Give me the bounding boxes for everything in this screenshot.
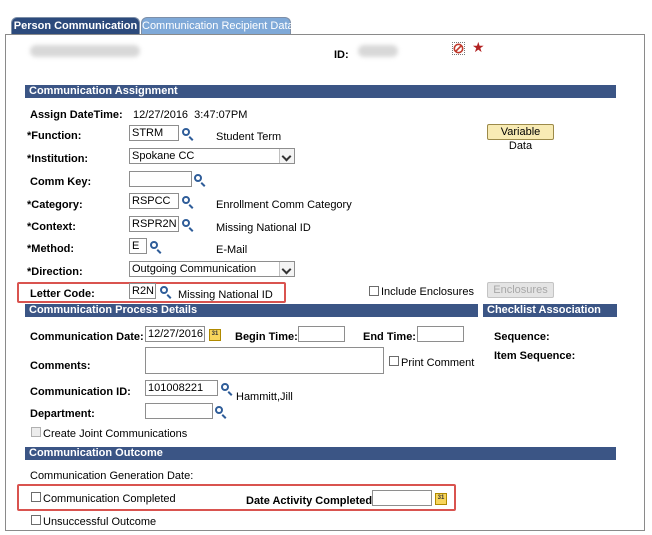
function-description: Student Term	[216, 131, 282, 143]
assign-datetime-label: Assign DateTime:	[30, 109, 123, 121]
section-communication-outcome: Communication Outcome	[25, 447, 616, 460]
function-lookup-icon[interactable]	[182, 128, 190, 136]
letter-code-description: Missing National ID	[178, 289, 273, 301]
calendar-icon[interactable]: 31	[435, 493, 447, 505]
begin-time-input[interactable]	[298, 326, 345, 342]
print-comment-checkbox[interactable]	[389, 356, 399, 366]
required-star-icon: ★	[472, 39, 485, 55]
generation-date-label: Communication Generation Date:	[30, 470, 194, 482]
item-sequence-label: Item Sequence:	[494, 350, 576, 362]
create-joint-communications-checkbox[interactable]	[31, 427, 41, 437]
redacted-name	[30, 45, 140, 57]
no-entry-icon[interactable]	[452, 42, 465, 55]
end-time-label: End Time:	[363, 331, 416, 343]
context-lookup-icon[interactable]	[182, 219, 190, 227]
context-label: *Context:	[27, 221, 76, 233]
enclosures-button[interactable]: Enclosures	[487, 282, 554, 298]
tab-communication-recipient-data[interactable]: Communication Recipient Data	[141, 17, 294, 35]
create-joint-communications-label: Create Joint Communications	[43, 428, 188, 440]
unsuccessful-outcome-label: Unsuccessful Outcome	[43, 516, 157, 528]
chevron-down-icon	[279, 149, 294, 163]
redacted-id	[358, 45, 398, 57]
department-label: Department:	[30, 408, 95, 420]
section-checklist-association: Checklist Association	[483, 304, 617, 317]
function-input[interactable]: STRM	[129, 125, 179, 141]
department-lookup-icon[interactable]	[215, 406, 223, 414]
method-label: *Method:	[27, 243, 75, 255]
category-lookup-icon[interactable]	[182, 196, 190, 204]
calendar-icon[interactable]: 31	[209, 329, 221, 341]
communication-completed-label: Communication Completed	[43, 493, 176, 505]
chevron-down-icon	[279, 262, 294, 276]
communication-completed-checkbox[interactable]	[31, 492, 41, 502]
method-lookup-icon[interactable]	[150, 241, 158, 249]
tab-person-communication[interactable]: Person Communication	[11, 17, 140, 35]
letter-code-input[interactable]: R2N	[129, 283, 156, 299]
comm-key-input[interactable]	[129, 171, 192, 187]
communication-id-lookup-icon[interactable]	[221, 383, 229, 391]
comm-key-label: Comm Key:	[30, 176, 92, 188]
section-communication-assignment: Communication Assignment	[25, 85, 616, 98]
include-enclosures-checkbox[interactable]	[369, 286, 379, 296]
include-enclosures-label: Include Enclosures	[381, 286, 474, 298]
date-activity-completed-label: Date Activity Completed:	[246, 495, 376, 507]
print-comment-label: Print Comment	[401, 357, 475, 369]
context-description: Missing National ID	[216, 222, 311, 234]
id-label: ID:	[334, 49, 349, 61]
comm-key-lookup-icon[interactable]	[194, 174, 202, 182]
institution-label: *Institution:	[27, 153, 89, 165]
communication-id-label: Communication ID:	[30, 386, 131, 398]
direction-label: *Direction:	[27, 266, 83, 278]
communication-id-name: Hammitt,Jill	[236, 391, 293, 403]
end-time-input[interactable]	[417, 326, 464, 342]
section-communication-process-details: Communication Process Details	[25, 304, 478, 317]
comments-label: Comments:	[30, 360, 91, 372]
department-input[interactable]	[145, 403, 213, 419]
letter-code-lookup-icon[interactable]	[160, 286, 168, 294]
letter-code-label: Letter Code:	[30, 288, 95, 300]
method-input[interactable]: E	[129, 238, 147, 254]
variable-data-button[interactable]: Variable Data	[487, 124, 554, 152]
unsuccessful-outcome-checkbox[interactable]	[31, 515, 41, 525]
category-label: *Category:	[27, 199, 83, 211]
category-description: Enrollment Comm Category	[216, 199, 352, 211]
context-input[interactable]: RSPR2N	[129, 216, 179, 232]
date-activity-completed-input[interactable]	[372, 490, 432, 506]
sequence-label: Sequence:	[494, 331, 550, 343]
direction-value: Outgoing Communication	[132, 263, 257, 275]
method-description: E-Mail	[216, 244, 248, 256]
communication-id-input[interactable]: 101008221	[145, 380, 218, 396]
begin-time-label: Begin Time:	[235, 331, 298, 343]
communication-date-label: Communication Date:	[30, 331, 144, 343]
direction-select[interactable]: Outgoing Communication	[129, 261, 295, 277]
function-label: *Function:	[27, 130, 82, 142]
communication-date-input[interactable]: 12/27/2016	[145, 326, 205, 342]
category-input[interactable]: RSPCC	[129, 193, 179, 209]
institution-select[interactable]: Spokane CC	[129, 148, 295, 164]
institution-value: Spokane CC	[132, 150, 195, 162]
comments-textarea[interactable]	[145, 347, 384, 374]
assign-datetime-value: 12/27/2016 3:47:07PM	[133, 109, 248, 121]
